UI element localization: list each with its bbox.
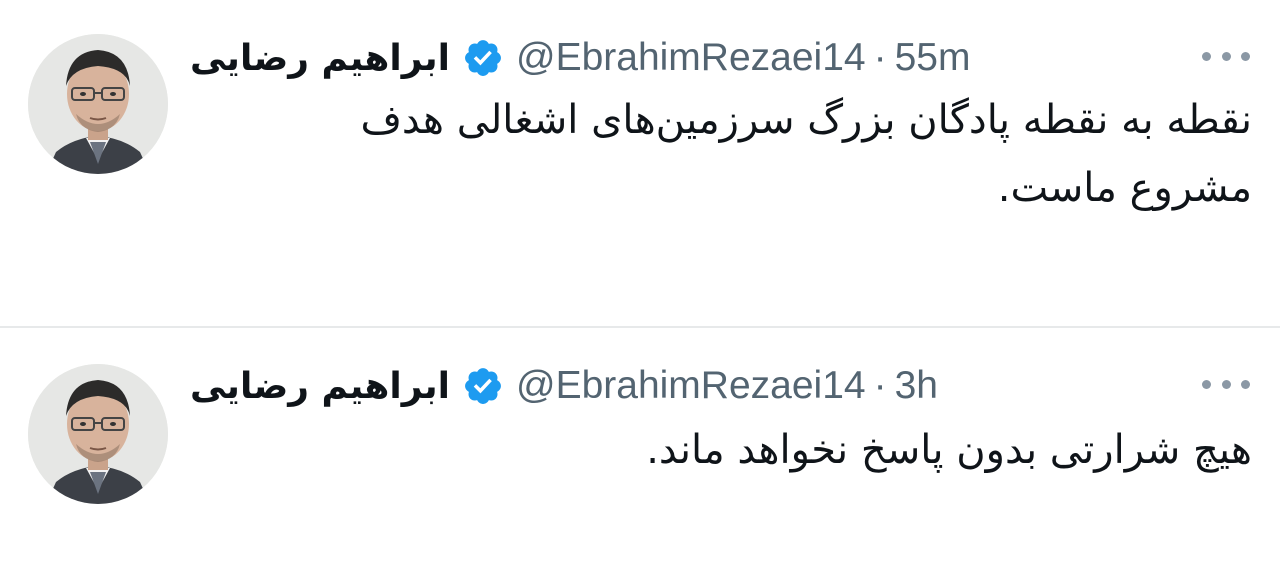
more-options-icon[interactable] — [1202, 374, 1250, 394]
user-handle[interactable]: @EbrahimRezaei14 — [516, 36, 866, 80]
avatar-portrait-icon — [28, 364, 168, 504]
display-name[interactable]: ابراهیم رضایی — [190, 366, 450, 407]
timestamp[interactable]: 55m — [895, 36, 971, 80]
avatar-portrait-icon — [28, 34, 168, 174]
tweet-header: ابراهیم رضایی @EbrahimRezaei14 · 3h — [190, 358, 938, 414]
timestamp[interactable]: 3h — [895, 364, 938, 408]
tweet-text: نقطه به نقطه پادگان بزرگ سرزمین‌های اشغا… — [360, 86, 1252, 222]
tweet-header: ابراهیم رضایی @EbrahimRezaei14 · 55m — [190, 30, 970, 86]
tweet[interactable]: ابراهیم رضایی @EbrahimRezaei14 · 55m نقط… — [0, 0, 1280, 326]
more-options-icon[interactable] — [1202, 46, 1250, 66]
display-name[interactable]: ابراهیم رضایی — [190, 38, 450, 79]
tweet-text-line: مشروع ماست. — [997, 165, 1252, 211]
avatar[interactable] — [28, 34, 168, 174]
separator-dot: · — [873, 36, 887, 79]
avatar[interactable] — [28, 364, 168, 504]
tweet[interactable]: ابراهیم رضایی @EbrahimRezaei14 · 3h هیچ … — [0, 328, 1280, 575]
tweet-text-line: هیچ شرارتی بدون پاسخ نخواهد ماند. — [646, 427, 1252, 473]
user-handle[interactable]: @EbrahimRezaei14 — [516, 364, 866, 408]
tweet-text: هیچ شرارتی بدون پاسخ نخواهد ماند. — [646, 416, 1252, 484]
separator-dot: · — [873, 364, 887, 407]
verified-badge-icon — [462, 365, 504, 407]
verified-badge-icon — [462, 37, 504, 79]
tweet-text-line: نقطه به نقطه پادگان بزرگ سرزمین‌های اشغا… — [360, 97, 1252, 143]
